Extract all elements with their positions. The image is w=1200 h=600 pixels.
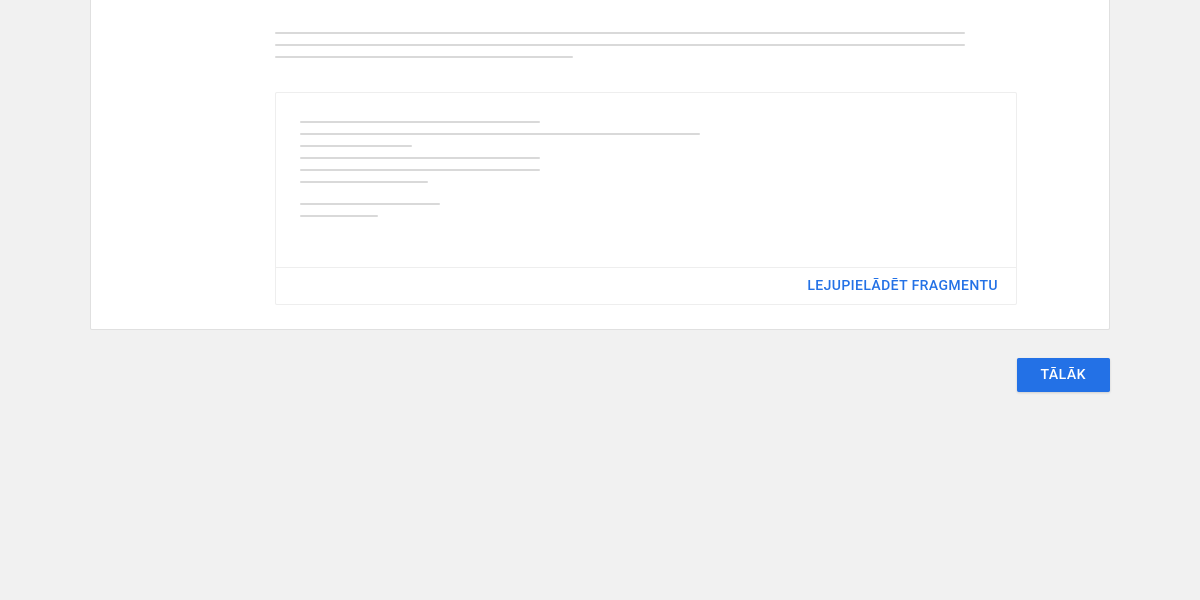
code-placeholder-line	[300, 121, 540, 123]
code-placeholder-line	[300, 181, 428, 183]
code-snippet-body	[276, 93, 1016, 267]
footer-row: TĀLĀK	[90, 358, 1110, 392]
main-card: LEJUPIELĀDĒT FRAGMENTU	[90, 0, 1110, 330]
text-placeholder-line	[275, 44, 965, 46]
code-placeholder-line	[300, 145, 412, 147]
code-placeholder-line	[300, 133, 700, 135]
code-snippet-footer: LEJUPIELĀDĒT FRAGMENTU	[276, 267, 1016, 304]
next-button[interactable]: TĀLĀK	[1017, 358, 1111, 392]
code-placeholder-line	[300, 203, 440, 205]
code-snippet-card: LEJUPIELĀDĒT FRAGMENTU	[275, 92, 1017, 305]
code-placeholder-line	[300, 157, 540, 159]
code-placeholder-gap	[300, 193, 992, 203]
content-box: LEJUPIELĀDĒT FRAGMENTU	[91, 0, 1109, 305]
download-snippet-button[interactable]: LEJUPIELĀDĒT FRAGMENTU	[807, 278, 998, 294]
description-placeholder	[275, 0, 1017, 58]
text-placeholder-line	[275, 32, 965, 34]
code-placeholder-line	[300, 169, 540, 171]
text-placeholder-line	[275, 56, 573, 58]
code-placeholder-line	[300, 215, 378, 217]
